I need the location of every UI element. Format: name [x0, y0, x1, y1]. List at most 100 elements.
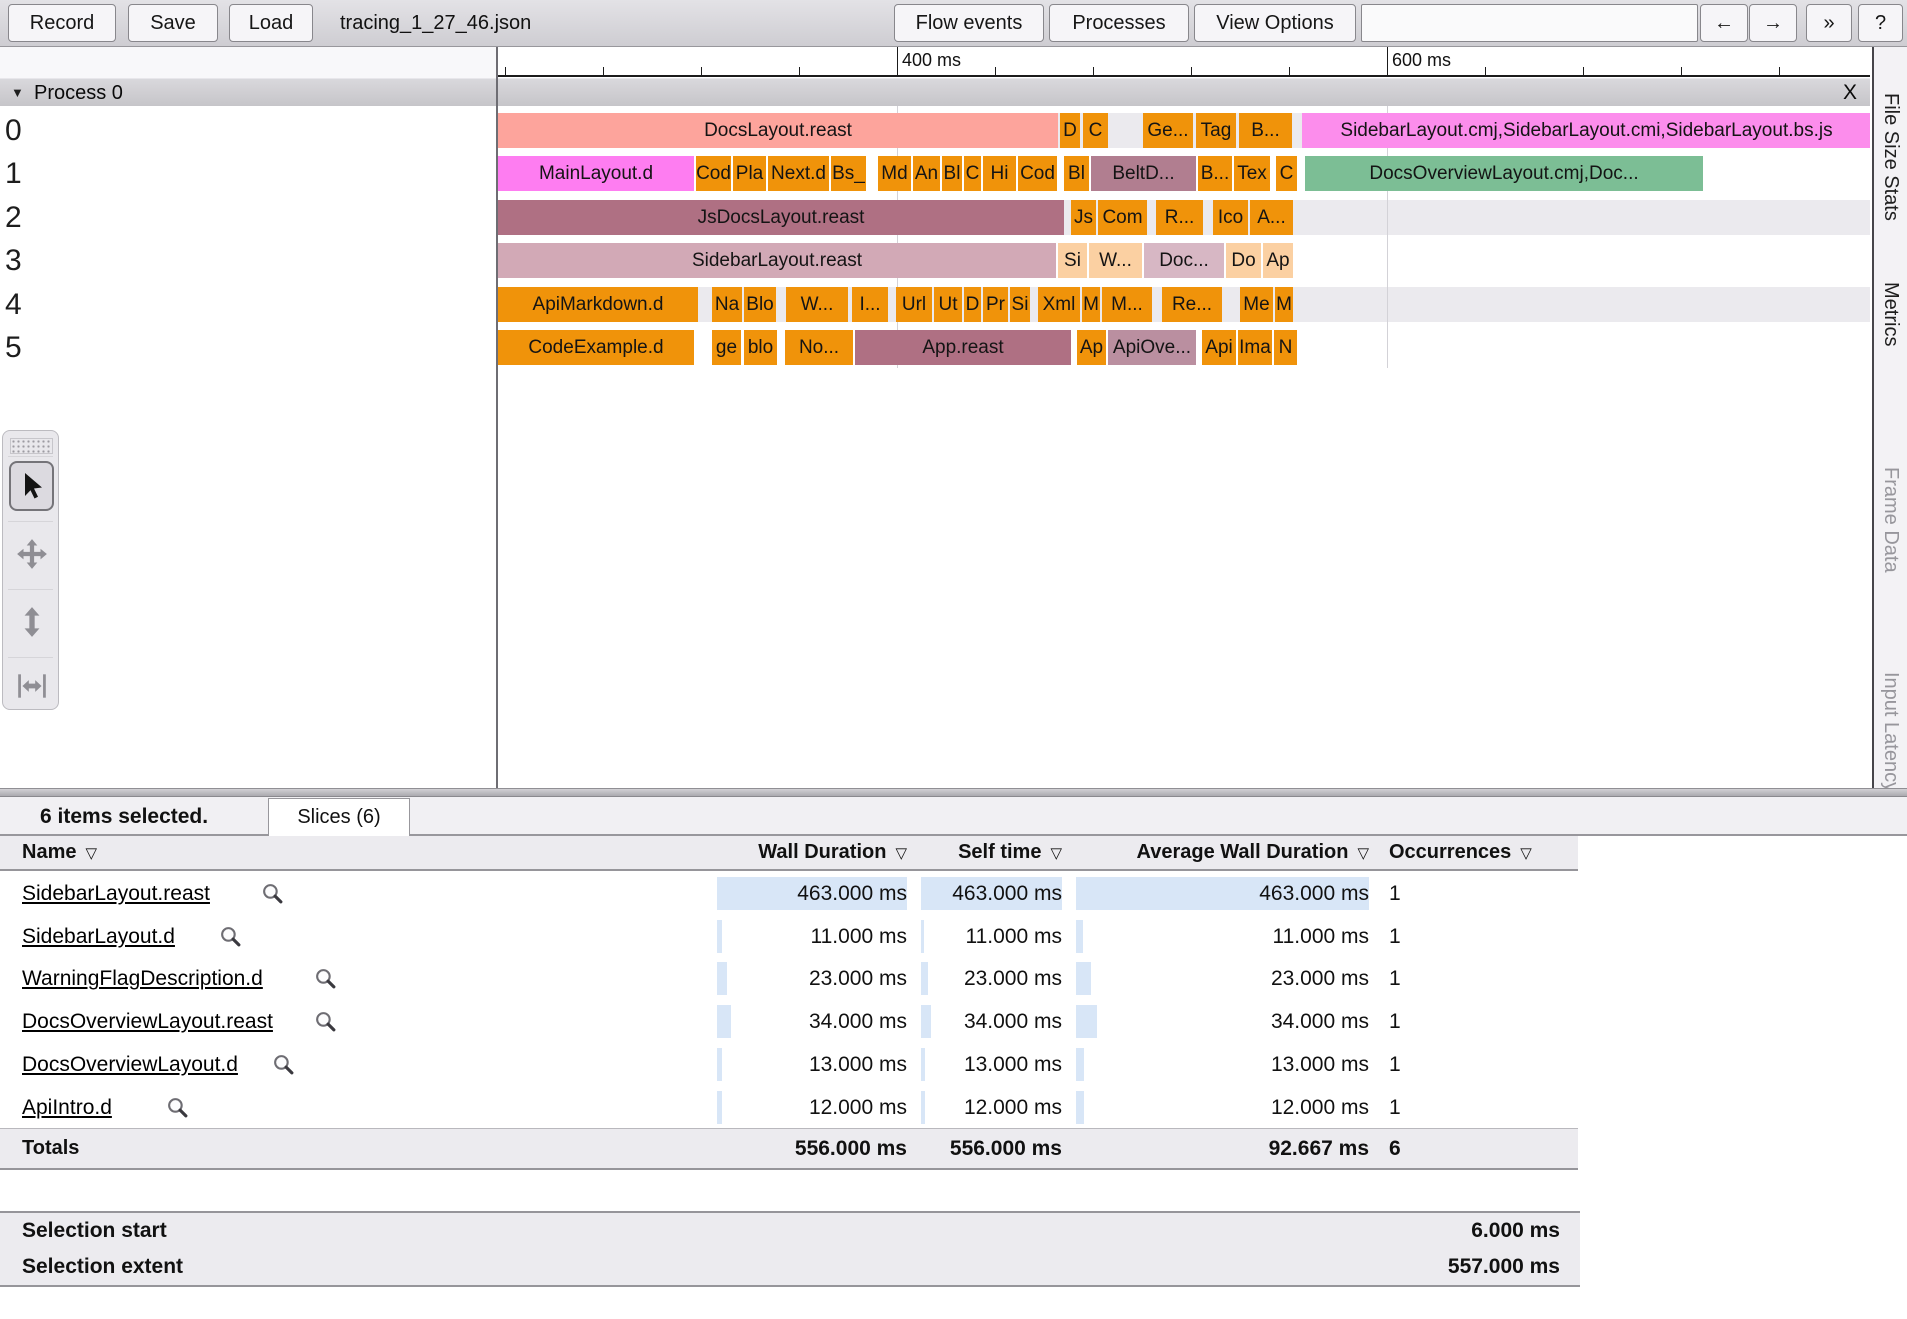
trace-slice[interactable]: Pr: [983, 287, 1008, 322]
trace-slice[interactable]: blo: [744, 330, 777, 365]
trace-slice[interactable]: M: [1082, 287, 1100, 322]
trace-slice[interactable]: Bl: [1064, 156, 1089, 191]
trace-slice[interactable]: Ut: [934, 287, 962, 322]
trace-slice[interactable]: Url: [896, 287, 932, 322]
tab-slices[interactable]: Slices (6): [268, 798, 410, 836]
trace-slice[interactable]: No...: [785, 330, 853, 365]
timing-tool-button[interactable]: [9, 661, 54, 711]
find-next-button[interactable]: →: [1749, 4, 1797, 42]
magnifier-icon[interactable]: [314, 967, 337, 990]
trace-slice[interactable]: Bs_: [831, 156, 866, 191]
trace-slice[interactable]: ApiMarkdown.d: [498, 287, 698, 322]
trace-slice[interactable]: Next.d: [768, 156, 829, 191]
trace-slice[interactable]: MainLayout.d: [498, 156, 694, 191]
sidebar-tab-metrics[interactable]: Metrics: [1879, 282, 1902, 346]
trace-slice[interactable]: SidebarLayout.reast: [498, 243, 1056, 278]
expand-button[interactable]: »: [1806, 4, 1852, 42]
slice-name-link[interactable]: SidebarLayout.reast: [22, 872, 210, 915]
trace-slice[interactable]: Ap: [1077, 330, 1106, 365]
view-options-button[interactable]: View Options: [1194, 4, 1356, 42]
magnifier-icon[interactable]: [272, 1053, 295, 1076]
save-button[interactable]: Save: [128, 4, 218, 42]
trace-slice[interactable]: Pla: [733, 156, 766, 191]
processes-button[interactable]: Processes: [1049, 4, 1189, 42]
trace-slice[interactable]: I...: [852, 287, 888, 322]
sidebar-tab-file-size-stats[interactable]: File Size Stats: [1879, 93, 1902, 221]
slice-name-link[interactable]: DocsOverviewLayout.reast: [22, 1000, 273, 1043]
column-header-average-wall-duration[interactable]: Average Wall Duration▽: [1076, 836, 1369, 869]
slice-name-link[interactable]: DocsOverviewLayout.d: [22, 1043, 238, 1086]
trace-slice[interactable]: Doc...: [1144, 243, 1224, 278]
trace-slice[interactable]: JsDocsLayout.reast: [498, 200, 1064, 235]
trace-slice[interactable]: CodeExample.d: [498, 330, 694, 365]
trace-slice[interactable]: Bl: [942, 156, 962, 191]
trace-slice[interactable]: Com: [1098, 200, 1147, 235]
trace-slice[interactable]: D: [1060, 113, 1080, 148]
trace-slice[interactable]: Blo: [744, 287, 776, 322]
trace-slice[interactable]: B...: [1198, 156, 1232, 191]
trace-slice[interactable]: Re...: [1162, 287, 1222, 322]
trace-slice[interactable]: Si: [1010, 287, 1030, 322]
flow-events-button[interactable]: Flow events: [894, 4, 1044, 42]
trace-slice[interactable]: DocsOverviewLayout.cmj,Doc...: [1305, 156, 1703, 191]
trace-slice[interactable]: Cod: [696, 156, 731, 191]
trace-slice[interactable]: Xml: [1038, 287, 1080, 322]
trace-slice[interactable]: Na: [712, 287, 742, 322]
trace-slice[interactable]: Hi: [983, 156, 1016, 191]
magnifier-icon[interactable]: [219, 925, 242, 948]
trace-slice[interactable]: W...: [786, 287, 848, 322]
column-header-self-time[interactable]: Self time▽: [921, 836, 1062, 869]
trace-slice[interactable]: Tex: [1234, 156, 1270, 191]
trace-slice[interactable]: M...: [1102, 287, 1152, 322]
trace-slice[interactable]: M: [1275, 287, 1293, 322]
trace-slice[interactable]: C: [964, 156, 981, 191]
trace-slice[interactable]: W...: [1089, 243, 1142, 278]
load-button[interactable]: Load: [229, 4, 313, 42]
trace-slice[interactable]: Si: [1058, 243, 1087, 278]
trace-slice[interactable]: C: [1276, 156, 1297, 191]
collapse-triangle-icon[interactable]: ▼: [11, 79, 24, 107]
search-input[interactable]: [1361, 4, 1698, 42]
trace-slice[interactable]: Md: [878, 156, 911, 191]
trace-slice[interactable]: D: [964, 287, 981, 322]
trace-slice[interactable]: Ima: [1238, 330, 1272, 365]
trace-slice[interactable]: App.reast: [855, 330, 1071, 365]
trace-slice[interactable]: Do: [1226, 243, 1261, 278]
magnifier-icon[interactable]: [314, 1010, 337, 1033]
trace-slice[interactable]: R...: [1156, 200, 1203, 235]
column-header-wall-duration[interactable]: Wall Duration▽: [717, 836, 907, 869]
trace-slice[interactable]: Ge...: [1143, 113, 1193, 148]
timeline-ruler[interactable]: 400 ms600 ms: [498, 47, 1870, 77]
trace-slice[interactable]: Tag: [1196, 113, 1236, 148]
trace-slice[interactable]: Ico: [1213, 200, 1248, 235]
slice-name-link[interactable]: WarningFlagDescription.d: [22, 957, 263, 1000]
trace-slice[interactable]: DocsLayout.reast: [498, 113, 1058, 148]
trace-slice[interactable]: ge: [712, 330, 741, 365]
magnifier-icon[interactable]: [166, 1096, 189, 1119]
trace-slice[interactable]: A...: [1250, 200, 1293, 235]
trace-slice[interactable]: BeltD...: [1091, 156, 1196, 191]
horizontal-splitter[interactable]: [0, 788, 1907, 797]
trace-slice[interactable]: B...: [1239, 113, 1292, 148]
column-header-name[interactable]: Name▽: [22, 836, 522, 869]
pan-tool-button[interactable]: [9, 529, 54, 579]
record-button[interactable]: Record: [8, 4, 116, 42]
trace-slice[interactable]: An: [913, 156, 940, 191]
trace-slice[interactable]: Api: [1202, 330, 1236, 365]
magnifier-icon[interactable]: [261, 882, 284, 905]
find-previous-button[interactable]: ←: [1700, 4, 1748, 42]
selection-tool-button[interactable]: [9, 461, 54, 511]
column-header-occurrences[interactable]: Occurrences▽: [1389, 836, 1574, 869]
trace-slice[interactable]: C: [1083, 113, 1108, 148]
trace-slice[interactable]: ApiOve...: [1108, 330, 1196, 365]
close-process-button[interactable]: X: [1843, 79, 1857, 107]
zoom-tool-button[interactable]: [9, 597, 54, 647]
trace-slice[interactable]: Me: [1240, 287, 1273, 322]
help-button[interactable]: ?: [1858, 4, 1903, 42]
slice-name-link[interactable]: SidebarLayout.d: [22, 915, 175, 958]
trace-slice[interactable]: SidebarLayout.cmj,SidebarLayout.cmi,Side…: [1302, 113, 1870, 148]
trace-slice[interactable]: Js: [1071, 200, 1096, 235]
trace-slice[interactable]: N: [1274, 330, 1297, 365]
trace-slice[interactable]: Ap: [1263, 243, 1293, 278]
trace-slice[interactable]: Cod: [1018, 156, 1057, 191]
